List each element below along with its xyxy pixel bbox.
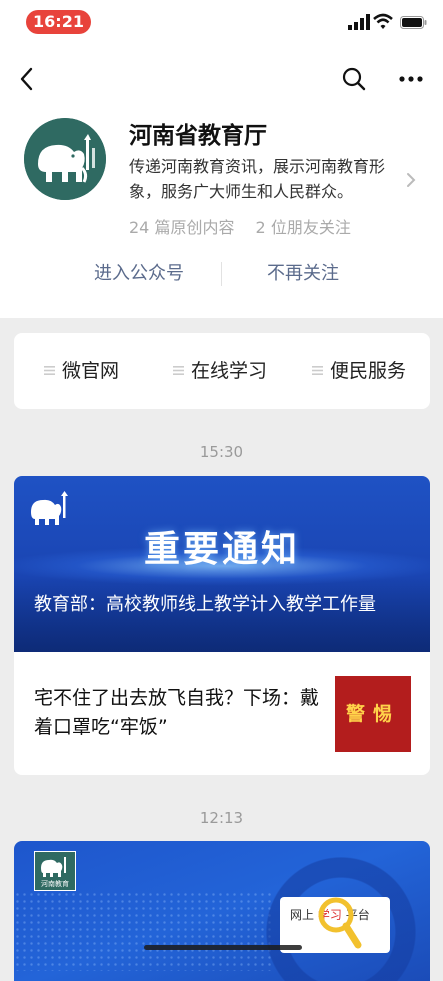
menu-item-label: 便民服务 — [330, 360, 407, 382]
account-stats: 24 篇原创内容 2 位朋友关注 — [129, 214, 367, 238]
home-indicator[interactable] — [144, 945, 302, 950]
status-time: 16:21 — [26, 10, 91, 34]
search-icon[interactable] — [341, 66, 367, 92]
unfollow-button[interactable]: 不再关注 — [228, 254, 378, 294]
menu-item-label: 在线学习 — [191, 360, 268, 382]
logo-caption: 河南教育 — [41, 880, 69, 888]
account-description: 传递河南教育资讯，展示河南教育形象，服务广大师生和人民群众。 — [129, 157, 386, 201]
elephant-logo-icon — [41, 857, 66, 877]
enter-account-button[interactable]: 进入公众号 — [64, 254, 214, 294]
menu-item-label: 微官网 — [62, 360, 120, 382]
menu-item-online-learning[interactable]: 在线学习 — [173, 333, 267, 409]
ellipsis-icon[interactable] — [397, 66, 425, 92]
chevron-right-icon[interactable] — [404, 170, 418, 190]
friends-following: 2 位朋友关注 — [255, 218, 351, 237]
sub-article-thumbnail[interactable]: 警惕 — [335, 676, 411, 752]
account-menu: 微官网 在线学习 便民服务 — [14, 333, 430, 409]
account-avatar[interactable] — [24, 118, 106, 200]
article-headline: 教育部：高校教师线上教学计入教学工作量 — [34, 594, 376, 615]
article-card[interactable]: 河南教育 网上 学习 平台 — [14, 841, 430, 981]
menu-lines-icon — [44, 365, 55, 375]
battery-icon — [400, 16, 427, 29]
magnifier-icon — [318, 897, 362, 949]
button-divider — [221, 262, 222, 286]
wifi-icon — [373, 13, 393, 29]
message-timestamp: 15:30 — [199, 443, 244, 461]
menu-item-public-service[interactable]: 便民服务 — [312, 333, 406, 409]
screen-label-left: 网上 — [290, 908, 315, 922]
menu-lines-icon — [312, 365, 323, 375]
original-count: 24 篇原创内容 — [129, 218, 235, 237]
menu-item-official-site[interactable]: 微官网 — [44, 333, 119, 409]
sub-article-title: 宅不住了出去放飞自我？下场：戴着口罩吃“牢饭” — [34, 687, 320, 738]
account-name: 河南省教育厅 — [129, 123, 267, 149]
message-timestamp: 12:13 — [199, 809, 244, 827]
elephant-logo-icon — [24, 118, 106, 200]
article-hero[interactable]: 重要通知 教育部：高校教师线上教学计入教学工作量 — [14, 476, 430, 652]
dotted-map-pattern — [14, 891, 274, 971]
hero-banner-text: 重要通知 — [143, 529, 300, 570]
chevron-left-icon[interactable] — [14, 64, 40, 94]
cellular-signal-icon — [348, 14, 370, 30]
menu-lines-icon — [173, 365, 184, 375]
